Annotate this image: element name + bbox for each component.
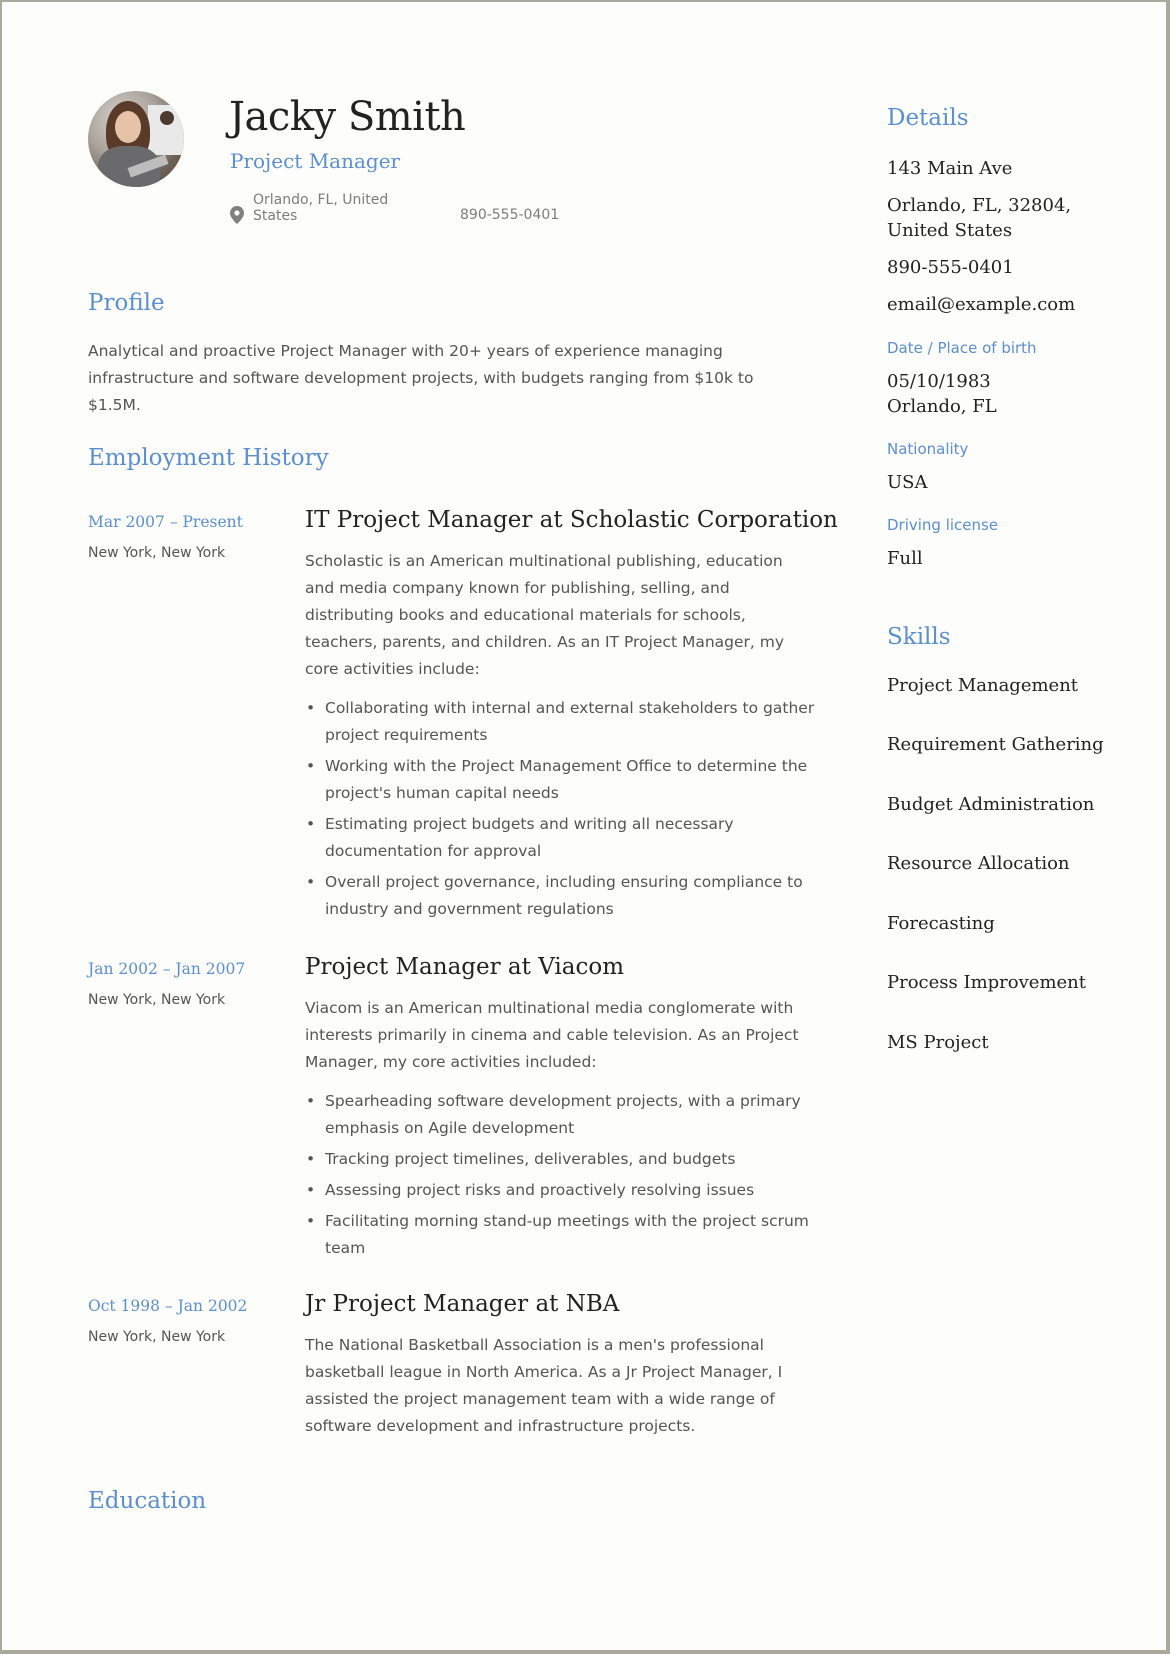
birth-place: Orlando, FL (887, 396, 997, 417)
candidate-name: Jacky Smith (229, 94, 466, 140)
skill-item: MS Project (887, 1032, 989, 1053)
skill-item: Requirement Gathering (887, 734, 1104, 755)
detail-address: 143 Main Ave (887, 158, 1013, 179)
skill-item: Budget Administration (887, 794, 1095, 815)
job-bullet: Working with the Project Management Offi… (306, 753, 835, 807)
profile-text: Analytical and proactive Project Manager… (88, 342, 754, 414)
skill-item: Project Management (887, 675, 1079, 696)
profile-heading: Profile (88, 290, 165, 316)
detail-email[interactable]: email@example.com (887, 292, 1075, 317)
skill-item: Forecasting (887, 913, 995, 934)
job-city: New York, New York (88, 992, 226, 1008)
job-bullet: Spearheading software development projec… (306, 1088, 835, 1142)
job-bullet: Overall project governance, including en… (306, 869, 835, 923)
header-location: Orlando, FL, United States (253, 192, 389, 224)
job-title: IT Project Manager at Scholastic Corpora… (305, 507, 838, 533)
license-value: Full (887, 548, 923, 569)
job-title: Project Manager at Viacom (305, 954, 625, 980)
job-description: The National Basketball Association is a… (305, 1336, 783, 1435)
job-bullets: Collaborating with internal and external… (305, 695, 835, 927)
birth-label: Date / Place of birth (887, 339, 1037, 357)
job-description: Viacom is an American multinational medi… (305, 999, 799, 1071)
job-bullet: Tracking project timelines, deliverables… (306, 1146, 835, 1173)
skills-heading: Skills (887, 624, 951, 650)
job-bullet: Assessing project risks and proactively … (306, 1177, 835, 1204)
job-dates: Oct 1998 – Jan 2002 (88, 1297, 248, 1315)
job-city: New York, New York (88, 545, 226, 561)
job-bullets: Spearheading software development projec… (305, 1088, 835, 1266)
license-label: Driving license (887, 516, 999, 534)
avatar (88, 91, 184, 187)
detail-city: Orlando, FL, 32804, United States (887, 195, 1072, 241)
job-bullet: Collaborating with internal and external… (306, 695, 835, 749)
nationality-value: USA (887, 472, 928, 493)
detail-phone: 890-555-0401 (887, 257, 1014, 278)
job-dates: Mar 2007 – Present (88, 513, 243, 531)
job-bullet: Estimating project budgets and writing a… (306, 811, 835, 865)
job-city: New York, New York (88, 1329, 226, 1345)
skill-item: Resource Allocation (887, 853, 1070, 874)
nationality-label: Nationality (887, 440, 969, 458)
location-pin-icon (230, 206, 244, 224)
job-description: Scholastic is an American multinational … (305, 552, 785, 678)
job-dates: Jan 2002 – Jan 2007 (88, 960, 246, 978)
job-bullet: Facilitating morning stand-up meetings w… (306, 1208, 835, 1262)
candidate-title: Project Manager (230, 149, 401, 173)
education-heading: Education (88, 1488, 207, 1514)
details-heading: Details (887, 105, 969, 131)
birth-date: 05/10/1983 (887, 371, 991, 392)
employment-heading: Employment History (88, 445, 329, 471)
job-title: Jr Project Manager at NBA (305, 1291, 620, 1317)
header-phone: 890-555-0401 (460, 207, 560, 223)
resume-page: Jacky Smith Project Manager Orlando, FL,… (2, 2, 1166, 1650)
skill-item: Process Improvement (887, 972, 1086, 993)
